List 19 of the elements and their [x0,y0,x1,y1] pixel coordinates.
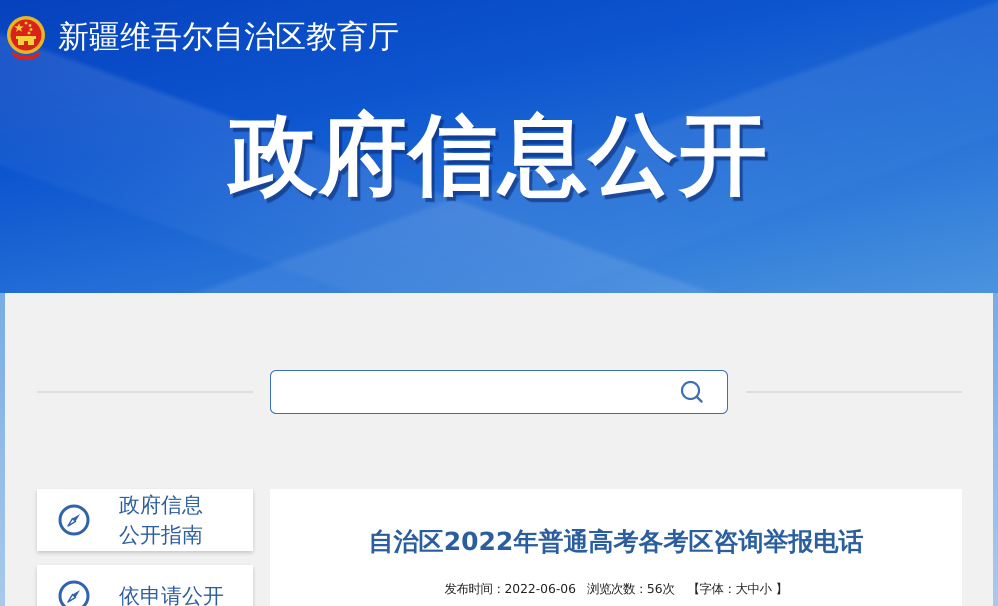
bracket-mark: 】 [776,581,788,598]
sidebar-item-label: 依申请公开 [119,583,224,606]
banner-title: 政府信息公开 [229,107,769,204]
sidebar-item-label: 政府信息公开指南 [119,492,204,549]
site-name: 新疆维吾尔自治区教育厅 [58,19,399,57]
compass-icon [58,580,90,606]
sidebar-item[interactable]: 依申请公开 [37,565,253,606]
search-field[interactable] [270,370,728,414]
font-size-link[interactable]: 中 [748,580,760,598]
font-size-label: 【字体： [688,581,736,598]
article-title: 自治区2022年普通高考各考区咨询举报电话 [368,526,864,558]
view-count: 浏览次数：56次 [586,581,675,598]
font-size-link[interactable]: 小 [760,580,772,598]
search-icon[interactable] [679,379,705,405]
national-emblem-icon [5,15,47,61]
font-size-link[interactable]: 大 [736,580,748,598]
publish-date: 发布时间：2022-06-06 [444,581,576,598]
compass-icon [58,504,90,536]
sidebar-item[interactable]: 政府信息公开指南 [37,489,253,551]
